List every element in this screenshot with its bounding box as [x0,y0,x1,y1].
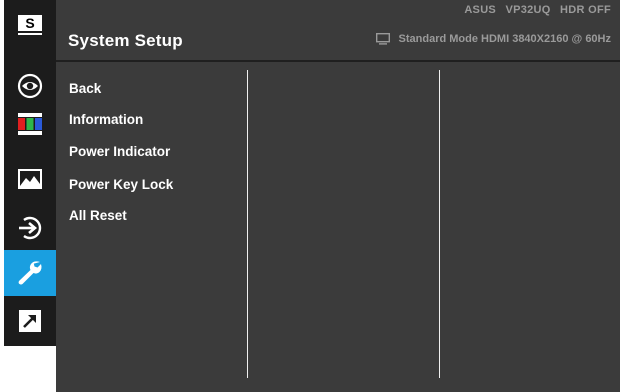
column-divider [247,70,248,378]
osd-menu: S System Setup ASUS VP32UQ HDR OFF Stand… [4,0,620,392]
sidebar-item-image[interactable] [4,156,56,202]
sidebar-item-splendid[interactable]: S [4,2,56,48]
menu-item-power-key-lock[interactable]: Power Key Lock [69,177,173,192]
splendid-label: S [25,15,35,31]
brand-label: ASUS [464,4,497,16]
monitor-icon [375,33,390,45]
sidebar-item-input-select[interactable] [4,205,56,251]
sidebar-bottom-area [4,346,56,392]
mode-info-label: Standard Mode HDMI 3840X2160 @ 60Hz [398,33,611,45]
menu-item-all-reset[interactable]: All Reset [69,208,127,223]
input-arrow-icon [19,216,42,240]
page-title: System Setup [68,31,183,50]
header-divider [56,60,620,62]
column-divider [439,70,440,378]
eye-icon [17,73,43,99]
sidebar-item-system-setup[interactable] [4,250,56,296]
sidebar: S [4,0,56,392]
model-status-line: ASUS VP32UQ HDR OFF [458,4,611,16]
shortcut-arrow-icon [19,310,41,332]
splendid-s-icon: S [18,15,42,35]
hdr-status-label: HDR OFF [560,4,611,16]
mountain-image-icon [18,169,42,189]
color-bars-icon [18,113,42,135]
menu-item-power-indicator[interactable]: Power Indicator [69,144,170,159]
model-name-label: VP32UQ [505,4,551,16]
sidebar-item-shortcut[interactable] [4,298,56,344]
wrench-icon [18,261,42,285]
mode-status-line: Standard Mode HDMI 3840X2160 @ 60Hz [375,33,611,45]
menu-item-back[interactable]: Back [69,81,101,96]
menu-item-information[interactable]: Information [69,112,143,127]
sidebar-item-color[interactable] [4,101,56,147]
